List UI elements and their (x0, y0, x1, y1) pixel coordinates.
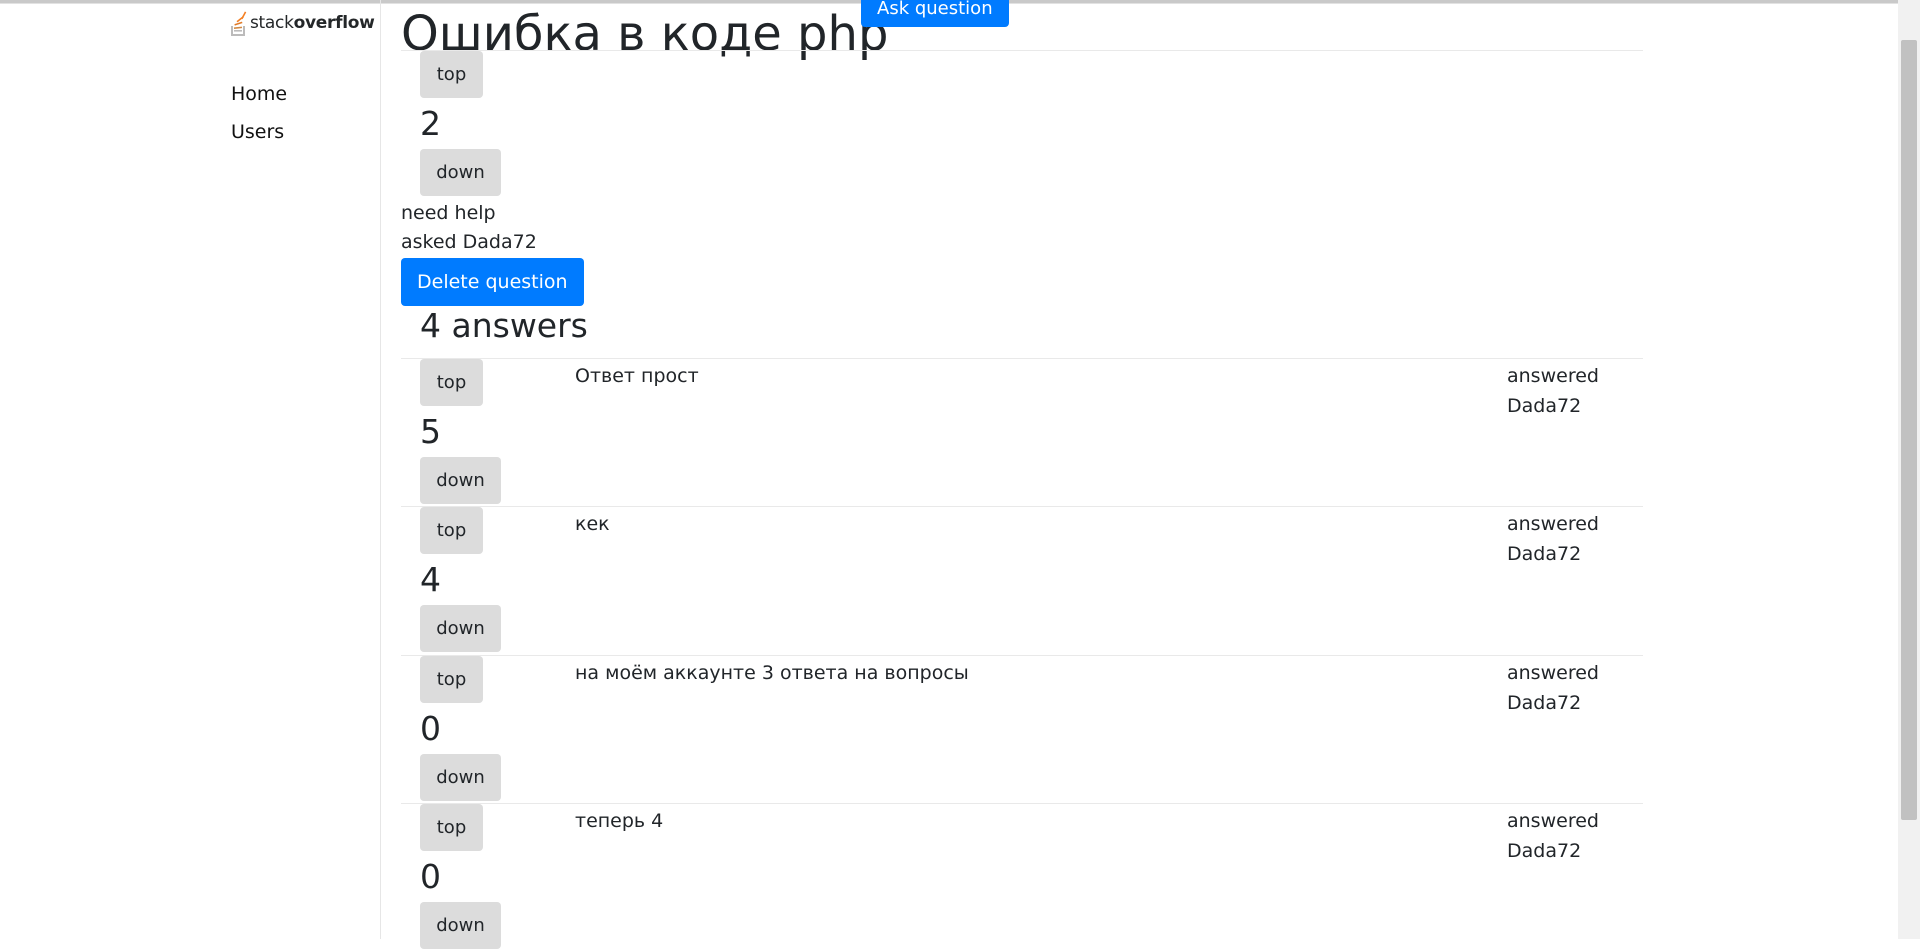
answer-vote-panel: top 0 down (420, 656, 540, 801)
nav-home[interactable]: Home (231, 83, 287, 105)
divider (401, 803, 1643, 804)
answer-meta: answered Dada72 (1507, 509, 1599, 569)
answer-label: answered (1507, 513, 1599, 535)
answer-label: answered (1507, 662, 1599, 684)
scrollbar-thumb[interactable] (1901, 40, 1917, 820)
answer-meta: answered Dada72 (1507, 806, 1599, 866)
divider (401, 358, 1643, 359)
logo-text-bold: overflow (293, 13, 375, 33)
answer-author: Dada72 (1507, 692, 1582, 714)
answer-upvote-button[interactable]: top (420, 656, 483, 703)
question-downvote-button[interactable]: down (420, 149, 501, 196)
answer-label: answered (1507, 365, 1599, 387)
answer-text: кек (575, 513, 610, 535)
answer-text: на моём аккаунте 3 ответа на вопросы (575, 662, 969, 684)
logo-text-light: stack (250, 13, 294, 33)
logo-text: stackoverflow (250, 13, 375, 33)
main-content: Ошибка в коде php Ask question top 2 dow… (401, 0, 1643, 949)
answer-vote-panel: top 4 down (420, 507, 540, 652)
question-author: asked Dada72 (401, 231, 537, 253)
answer-upvote-button[interactable]: top (420, 507, 483, 554)
question-upvote-button[interactable]: top (420, 51, 483, 98)
answer-downvote-button[interactable]: down (420, 605, 501, 652)
answer-label: answered (1507, 810, 1599, 832)
answer-downvote-button[interactable]: down (420, 457, 501, 504)
answer-downvote-button[interactable]: down (420, 902, 501, 949)
answer-upvote-button[interactable]: top (420, 804, 483, 851)
vertical-scrollbar[interactable] (1898, 0, 1920, 939)
answer-meta: answered Dada72 (1507, 361, 1599, 421)
logo[interactable]: stackoverflow (230, 4, 375, 42)
answers-heading: 4 answers (420, 306, 588, 345)
answer-text: Ответ прост (575, 365, 699, 387)
answer-vote-panel: top 0 down (420, 804, 540, 949)
divider (401, 506, 1643, 507)
answer-vote-count: 0 (420, 857, 441, 896)
delete-question-button[interactable]: Delete question (401, 258, 584, 306)
question-vote-panel: top 2 down (420, 51, 540, 196)
answer-author: Dada72 (1507, 395, 1582, 417)
answer-downvote-button[interactable]: down (420, 754, 501, 801)
answer-vote-count: 0 (420, 709, 441, 748)
divider (401, 50, 1643, 51)
answer-upvote-button[interactable]: top (420, 359, 483, 406)
answer-text: теперь 4 (575, 810, 664, 832)
answer-vote-count: 5 (420, 412, 441, 451)
answer-vote-panel: top 5 down (420, 359, 540, 504)
question-body: need help (401, 202, 496, 224)
ask-question-button[interactable]: Ask question (861, 0, 1009, 27)
answer-meta: answered Dada72 (1507, 658, 1599, 718)
nav-users[interactable]: Users (231, 121, 284, 143)
question-vote-count: 2 (420, 104, 441, 143)
sidebar: stackoverflow Home Users (0, 0, 381, 939)
divider (401, 655, 1643, 656)
answer-author: Dada72 (1507, 543, 1582, 565)
answer-author: Dada72 (1507, 840, 1582, 862)
stackoverflow-logo-icon (231, 11, 247, 36)
answer-vote-count: 4 (420, 560, 441, 599)
